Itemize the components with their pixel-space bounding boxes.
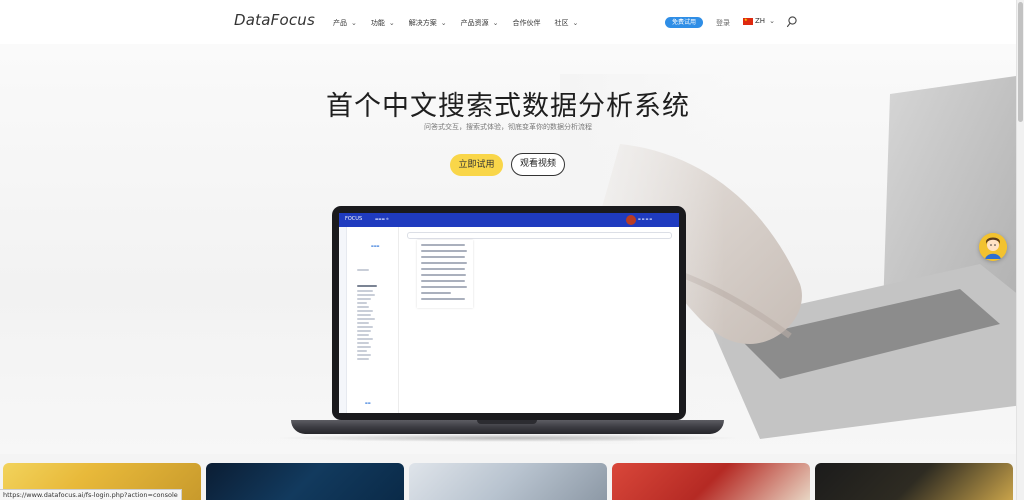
panel-line <box>357 322 369 324</box>
nav-item-label: 解决方案 <box>408 19 437 27</box>
nav-item-community[interactable]: 社区 ⌄ <box>555 17 579 29</box>
chevron-down-icon: ⌄ <box>572 19 579 27</box>
nav-item-solutions[interactable]: 解决方案 ⌄ <box>409 17 447 29</box>
scroll-thumb[interactable] <box>1018 2 1023 122</box>
panel-line <box>357 334 369 336</box>
panel-line <box>357 338 373 340</box>
app-search-bar <box>407 232 672 239</box>
panel-title: ▬▬▬ <box>371 244 380 248</box>
panel-line <box>357 294 375 296</box>
chevron-down-icon: ⌄ <box>351 19 357 27</box>
chevron-down-icon: ⌄ <box>388 19 395 27</box>
chevron-down-icon: ⌄ <box>440 19 447 27</box>
laptop-notch <box>477 420 537 424</box>
nav-item-partners[interactable]: 合作伙伴 <box>513 17 541 29</box>
suggestion-line <box>421 298 465 300</box>
app-data-panel: ▬▬▬ ▬▬ <box>347 227 399 413</box>
suggestion-line <box>421 286 467 288</box>
try-now-button[interactable]: 立即试用 <box>450 154 503 176</box>
suggestion-line <box>421 250 467 252</box>
china-flag-icon <box>743 17 753 25</box>
feature-card-2[interactable] <box>206 463 404 500</box>
nav-item-label: 功能 <box>370 19 385 27</box>
panel-line <box>357 358 369 360</box>
nav-item-features[interactable]: 功能 ⌄ <box>371 17 395 29</box>
search-icon[interactable] <box>786 15 798 29</box>
panel-line <box>357 298 371 300</box>
nav-item-label: 产品 <box>333 19 347 27</box>
login-link[interactable]: 登录 <box>716 18 730 28</box>
nav-item-label: 产品资源 <box>460 19 489 27</box>
panel-line <box>357 342 369 344</box>
app-suggestion-list <box>417 240 473 308</box>
chevron-down-icon: ⌄ <box>492 19 499 27</box>
watch-video-button[interactable]: 观看视频 <box>511 153 565 176</box>
panel-line <box>357 346 371 348</box>
panel-line <box>357 350 367 352</box>
feature-card-4[interactable] <box>612 463 810 500</box>
suggestion-line <box>421 268 465 270</box>
hero-title: 首个中文搜索式数据分析系统 <box>326 91 690 122</box>
nav-item-label: 合作伙伴 <box>512 19 541 27</box>
support-chat-icon[interactable] <box>979 233 1007 261</box>
nav-item-label: 社区 <box>554 19 569 27</box>
panel-line <box>357 326 373 328</box>
laptop-shadow <box>271 434 744 442</box>
suggestion-line <box>421 244 465 246</box>
hero-subtitle: 问答式交互，搜索式体验，彻底变革你的数据分析流程 <box>424 123 592 131</box>
chevron-down-icon: ⌄ <box>769 17 775 25</box>
app-logo: FOCUS <box>345 216 363 222</box>
site-header: DataFocus 产品 ⌄ 功能 ⌄ 解决方案 ⌄ 产品资源 ⌄ 合作伙伴 社… <box>0 0 1016 44</box>
status-bar-url: https://www.datafocus.ai/fs-login.php?ac… <box>0 489 182 500</box>
nav-item-product[interactable]: 产品 ⌄ <box>333 17 357 29</box>
page-scrollbar[interactable] <box>1016 0 1024 500</box>
language-label: ZH <box>755 17 766 25</box>
main-nav: 产品 ⌄ 功能 ⌄ 解决方案 ⌄ 产品资源 ⌄ 合作伙伴 社区 ⌄ <box>333 17 592 29</box>
panel-line <box>357 318 375 320</box>
app-top-bar: FOCUS ▬▬▬ ⊕ ▬ ▬ ▬ ▬ <box>339 213 679 227</box>
panel-line <box>357 330 371 332</box>
app-avatar <box>626 215 636 225</box>
language-selector[interactable]: ZH ⌄ <box>743 17 775 25</box>
panel-line <box>357 306 369 308</box>
nav-item-resources[interactable]: 产品资源 ⌄ <box>461 17 499 29</box>
hero-section: 首个中文搜索式数据分析系统 问答式交互，搜索式体验，彻底变革你的数据分析流程 立… <box>0 44 1016 454</box>
feature-card-3[interactable] <box>409 463 607 500</box>
suggestion-line <box>421 292 451 294</box>
panel-line <box>357 302 367 304</box>
suggestion-line <box>421 262 467 264</box>
logo[interactable]: DataFocus <box>234 11 315 29</box>
app-bar-tab: ▬▬▬ ⊕ <box>375 217 389 221</box>
panel-line <box>357 314 371 316</box>
panel-line <box>357 310 373 312</box>
panel-line <box>357 285 377 287</box>
feature-card-5[interactable] <box>815 463 1013 500</box>
app-bar-menu: ▬ ▬ ▬ ▬ <box>638 217 653 221</box>
panel-line <box>357 354 371 356</box>
suggestion-line <box>421 256 465 258</box>
suggestion-line <box>421 280 465 282</box>
suggestion-line <box>421 274 466 276</box>
app-sidebar <box>339 227 347 413</box>
app-screenshot: FOCUS ▬▬▬ ⊕ ▬ ▬ ▬ ▬ ▬▬▬ ▬▬ <box>339 213 679 413</box>
laptop-mockup: FOCUS ▬▬▬ ⊕ ▬ ▬ ▬ ▬ ▬▬▬ ▬▬ <box>271 206 744 442</box>
panel-line <box>357 269 369 271</box>
panel-bottom-link: ▬▬ <box>365 401 371 405</box>
panel-line <box>357 290 373 292</box>
free-trial-button[interactable]: 免费试用 <box>665 17 703 28</box>
